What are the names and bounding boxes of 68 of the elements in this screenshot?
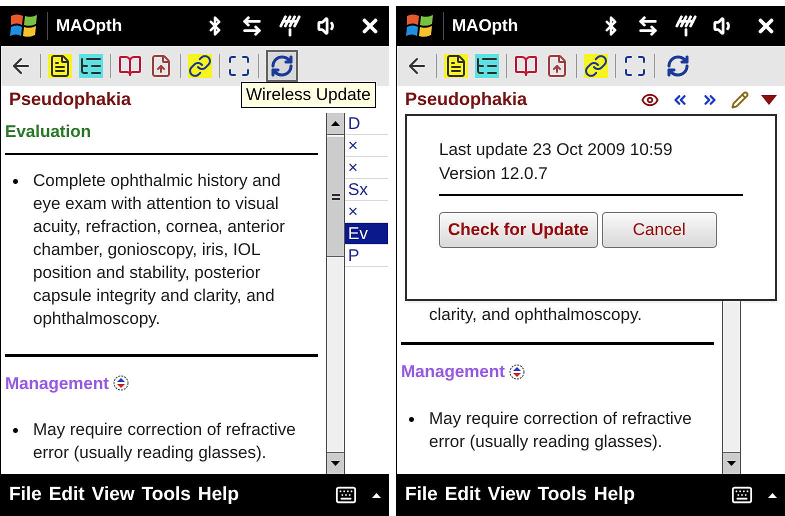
dropdown-icon[interactable] [761,94,777,104]
document-icon[interactable] [149,54,173,78]
windows-logo-icon[interactable] [9,12,39,40]
index-item[interactable]: × [345,157,388,179]
collapse-toggle-icon[interactable] [112,375,129,392]
menu-item[interactable]: Edit [48,480,85,510]
index-item[interactable]: Ev [345,223,388,245]
section-heading: Management [401,361,505,383]
bullet-text: May require correction of refractive error (usually reading glasses). [429,408,693,452]
tooltip: Wireless Update [241,82,376,108]
bullet-icon [13,428,18,434]
expand-icon[interactable] [227,54,251,78]
bullet-icon [409,416,414,422]
menu-item[interactable]: Tools [538,480,587,510]
document-icon[interactable] [545,54,569,78]
bullet-text: clarity, and ophthalmoscopy. [429,304,642,326]
keyboard-icon[interactable] [335,484,357,506]
collapse-toggle-icon[interactable] [508,364,525,380]
section-heading: Evaluation [5,121,91,143]
menu-item[interactable]: Help [594,480,636,510]
topic-title: Pseudophakia [405,88,528,111]
window-title: MAOpth [452,15,518,38]
keyboard-icon[interactable] [731,484,753,506]
book-icon[interactable] [514,54,538,78]
grip-icon[interactable] [332,194,340,200]
dialog-text: Last update 23 Oct 2009 10:59 [439,139,674,161]
windows-logo-icon[interactable] [405,12,435,40]
caret-icon[interactable] [768,492,777,498]
note-icon[interactable] [48,54,72,78]
dialog-text: Version 12.0.7 [439,163,549,185]
scroll-down-icon[interactable] [727,461,736,466]
menu-item[interactable]: Edit [444,480,481,510]
menu-item[interactable]: File [405,480,438,510]
menu-item[interactable]: File [9,480,42,510]
index-item[interactable]: Sx [345,179,388,201]
pencil-icon[interactable] [731,90,749,108]
connection-icon[interactable] [637,15,659,37]
scrollbar[interactable] [326,113,345,474]
scrollbar[interactable] [722,301,741,474]
index-item[interactable]: P [345,245,388,267]
bullet-icon [13,178,18,184]
caret-icon[interactable] [372,492,381,498]
menu-item[interactable]: Help [198,480,240,510]
signal-icon[interactable] [279,15,301,37]
link-icon[interactable] [584,54,608,78]
menu-item[interactable]: View [488,480,531,510]
check-update-button[interactable]: Check for Update [439,212,598,248]
bullet-text: May require correction of refractive error (usually reading glasses). [33,419,297,464]
sync-icon [666,54,690,78]
link-icon[interactable] [188,54,212,78]
index-item[interactable]: D [345,113,388,135]
connection-icon[interactable] [241,15,263,37]
sync-icon [270,54,294,78]
scroll-up-icon[interactable] [331,121,340,126]
note-icon[interactable] [444,54,468,78]
index-item[interactable]: × [345,135,388,157]
menu-item[interactable]: View [92,480,135,510]
signal-icon[interactable] [675,15,697,37]
sync-button[interactable] [266,50,298,82]
window-title: MAOpth [56,15,122,38]
expand-icon[interactable] [623,54,647,78]
scroll-down-icon[interactable] [331,461,340,466]
cancel-button[interactable]: Cancel [602,212,717,248]
bullet-text: Complete ophthalmic history and eye exam with attention to visual acuity, refraction, cornea, anterior chamber, gonioscopy, iris, IOL position and stability, posterior capsule integrity and clarity, and ophthalmoscopy. [33,170,286,330]
topic-title: Pseudophakia [9,88,132,111]
book-icon[interactable] [118,54,142,78]
section-heading: Management [5,372,109,395]
menu-item[interactable]: Tools [142,480,191,510]
